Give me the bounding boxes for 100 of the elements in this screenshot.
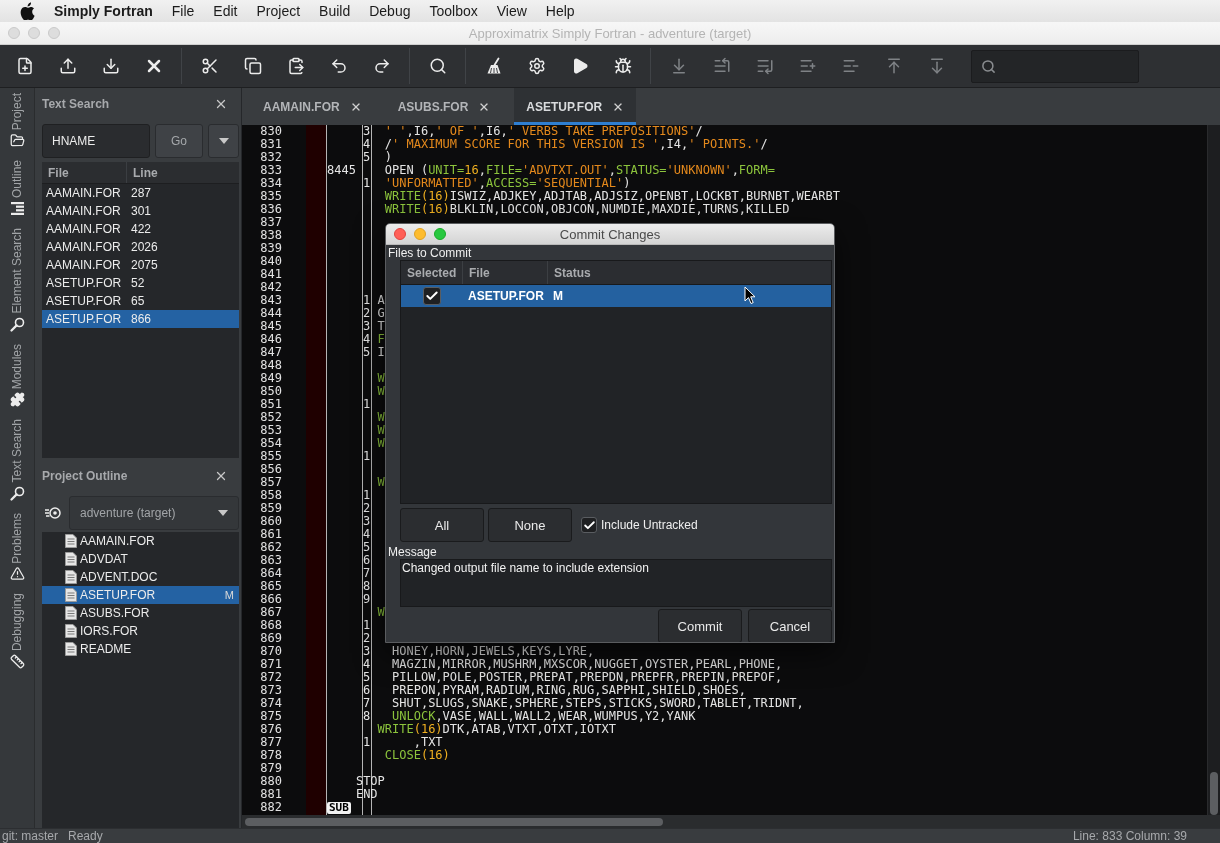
menu-item[interactable]: Edit	[213, 3, 238, 19]
go-button[interactable]: Go	[155, 124, 203, 158]
scrollbar-thumb[interactable]	[1210, 772, 1218, 815]
editor-tab[interactable]: ASUBS.FOR	[385, 88, 503, 125]
scrollbar-thumb[interactable]	[245, 817, 663, 826]
file-tree-item[interactable]: README	[42, 640, 239, 658]
side-tab[interactable]: Project	[9, 93, 25, 149]
cancel-button[interactable]: Cancel	[748, 609, 832, 642]
search-result-row[interactable]: AAMAIN.FOR 422	[42, 220, 239, 238]
clipboard-icon[interactable]	[287, 57, 305, 75]
side-tab[interactable]: Debugging	[9, 593, 25, 670]
commit-button[interactable]: Commit	[658, 609, 742, 642]
message-field[interactable]: Changed output file name to include extension	[400, 559, 832, 607]
search-icon[interactable]	[429, 57, 447, 75]
continuation-mark: 4	[363, 657, 371, 671]
search-field[interactable]: HNAME	[42, 124, 150, 158]
line-number: 861	[260, 527, 282, 541]
result-line-text: 287	[131, 186, 152, 200]
menu-item[interactable]: Toolbox	[429, 3, 478, 19]
redo-icon[interactable]	[373, 57, 391, 75]
line-number: 832	[260, 150, 282, 164]
app-name[interactable]: Simply Fortran	[54, 3, 153, 19]
column-header[interactable]: File	[48, 165, 69, 180]
code-line: W	[377, 410, 385, 424]
document-icon	[65, 606, 77, 620]
code-line: WRITE(16)BLKLIN,LOCCON,OBJCON,NUMDIE,MAXDIE,TURNS,KILLED	[384, 202, 790, 216]
broom-icon[interactable]	[485, 57, 503, 75]
column-header[interactable]: File	[469, 265, 490, 280]
side-tab[interactable]: Element Search	[9, 228, 25, 332]
search-result-row[interactable]: AAMAIN.FOR 2026	[42, 238, 239, 256]
code-line: )	[384, 150, 392, 164]
upload-icon[interactable]	[59, 57, 77, 75]
side-tab[interactable]: Text Search	[9, 419, 25, 501]
editor-tab[interactable]: AAMAIN.FOR	[251, 88, 374, 125]
editor-tab[interactable]: ASETUP.FOR	[514, 88, 637, 125]
file-tree-item[interactable]: AAMAIN.FOR	[42, 532, 239, 550]
scissors-icon[interactable]	[201, 57, 219, 75]
code-line: OPEN (UNIT=16,FILE='ADVTXT.OUT',STATUS='UNKNOWN',FORM=	[384, 163, 775, 177]
menu-item[interactable]: Project	[256, 3, 301, 19]
dialog-title: Commit Changes	[559, 226, 661, 242]
target-icon[interactable]	[45, 506, 61, 520]
line-number: 878	[260, 748, 282, 762]
close-icon[interactable]	[214, 469, 228, 483]
search-result-row[interactable]: ASETUP.FOR 65	[42, 292, 239, 310]
file-tree-item[interactable]: IORS.FOR	[42, 622, 239, 640]
menu-item[interactable]: Help	[545, 3, 575, 19]
search-field[interactable]	[971, 49, 1139, 83]
checkbox[interactable]	[581, 517, 597, 533]
search-result-row[interactable]: ASETUP.FOR 52	[42, 274, 239, 292]
file-tree-item[interactable]: ADVDAT	[42, 550, 239, 568]
file-tree-item[interactable]: ADVENT.DOC	[42, 568, 239, 586]
result-line-text: 2026	[131, 240, 158, 254]
line-number: 831	[260, 137, 282, 151]
side-tab[interactable]: Problems	[9, 512, 25, 582]
search-result-row[interactable]: ASETUP.FOR 866	[42, 310, 239, 328]
search-result-row[interactable]: AAMAIN.FOR 287	[42, 184, 239, 202]
dropdown-button[interactable]	[208, 124, 239, 158]
column-header[interactable]: Selected	[407, 265, 457, 280]
mouse-pointer-icon	[744, 286, 756, 305]
code-line: 'UNFORMATTED',ACCESS='SEQUENTIAL')	[384, 176, 631, 190]
panel-title: Text Search	[42, 97, 110, 111]
file-tree-item[interactable]: ASETUP.FOR M	[42, 586, 239, 604]
new-file-icon[interactable]	[16, 57, 34, 75]
undo-icon[interactable]	[330, 57, 348, 75]
checkbox[interactable]	[423, 287, 441, 305]
search-result-row[interactable]: AAMAIN.FOR 2075	[42, 256, 239, 274]
bug-icon[interactable]	[614, 57, 632, 75]
menu-item[interactable]: File	[171, 3, 195, 19]
settings-icon[interactable]	[528, 57, 546, 75]
continuation-mark: 3	[363, 125, 371, 138]
column-header[interactable]: Status	[554, 265, 591, 280]
menu-item[interactable]: View	[496, 3, 527, 19]
line-number: 848	[260, 358, 282, 372]
line-number: 877	[260, 735, 282, 749]
result-file-text: ASETUP.FOR	[46, 294, 123, 308]
side-tab[interactable]: Outline	[9, 160, 25, 217]
close-icon[interactable]	[214, 97, 228, 111]
menu-item[interactable]: Build	[319, 3, 351, 19]
line-number: 851	[260, 397, 282, 411]
search-result-row[interactable]: AAMAIN.FOR 301	[42, 202, 239, 220]
line-number: 849	[260, 371, 282, 385]
document-icon	[65, 588, 77, 602]
download-icon[interactable]	[102, 57, 120, 75]
play-icon[interactable]	[571, 57, 589, 75]
continuation-mark: 7	[363, 566, 371, 580]
file-row[interactable]: ASETUP.FOR M	[401, 285, 831, 307]
side-tab[interactable]: Modules	[9, 343, 25, 408]
checkbox-label[interactable]: Include Untracked	[601, 518, 698, 532]
all-button[interactable]: All	[400, 508, 484, 542]
line-number: 853	[260, 423, 282, 437]
line-number: 841	[260, 267, 282, 281]
apple-icon[interactable]	[20, 2, 35, 20]
menu-item[interactable]: Debug	[369, 3, 411, 19]
column-header[interactable]: Line	[133, 165, 158, 180]
none-button[interactable]: None	[488, 508, 572, 542]
magnifier-icon	[9, 485, 25, 501]
target-dropdown[interactable]: adventure (target)	[69, 496, 239, 530]
copy-icon[interactable]	[244, 57, 262, 75]
file-tree-item[interactable]: ASUBS.FOR	[42, 604, 239, 622]
window-button[interactable]	[394, 228, 406, 240]
